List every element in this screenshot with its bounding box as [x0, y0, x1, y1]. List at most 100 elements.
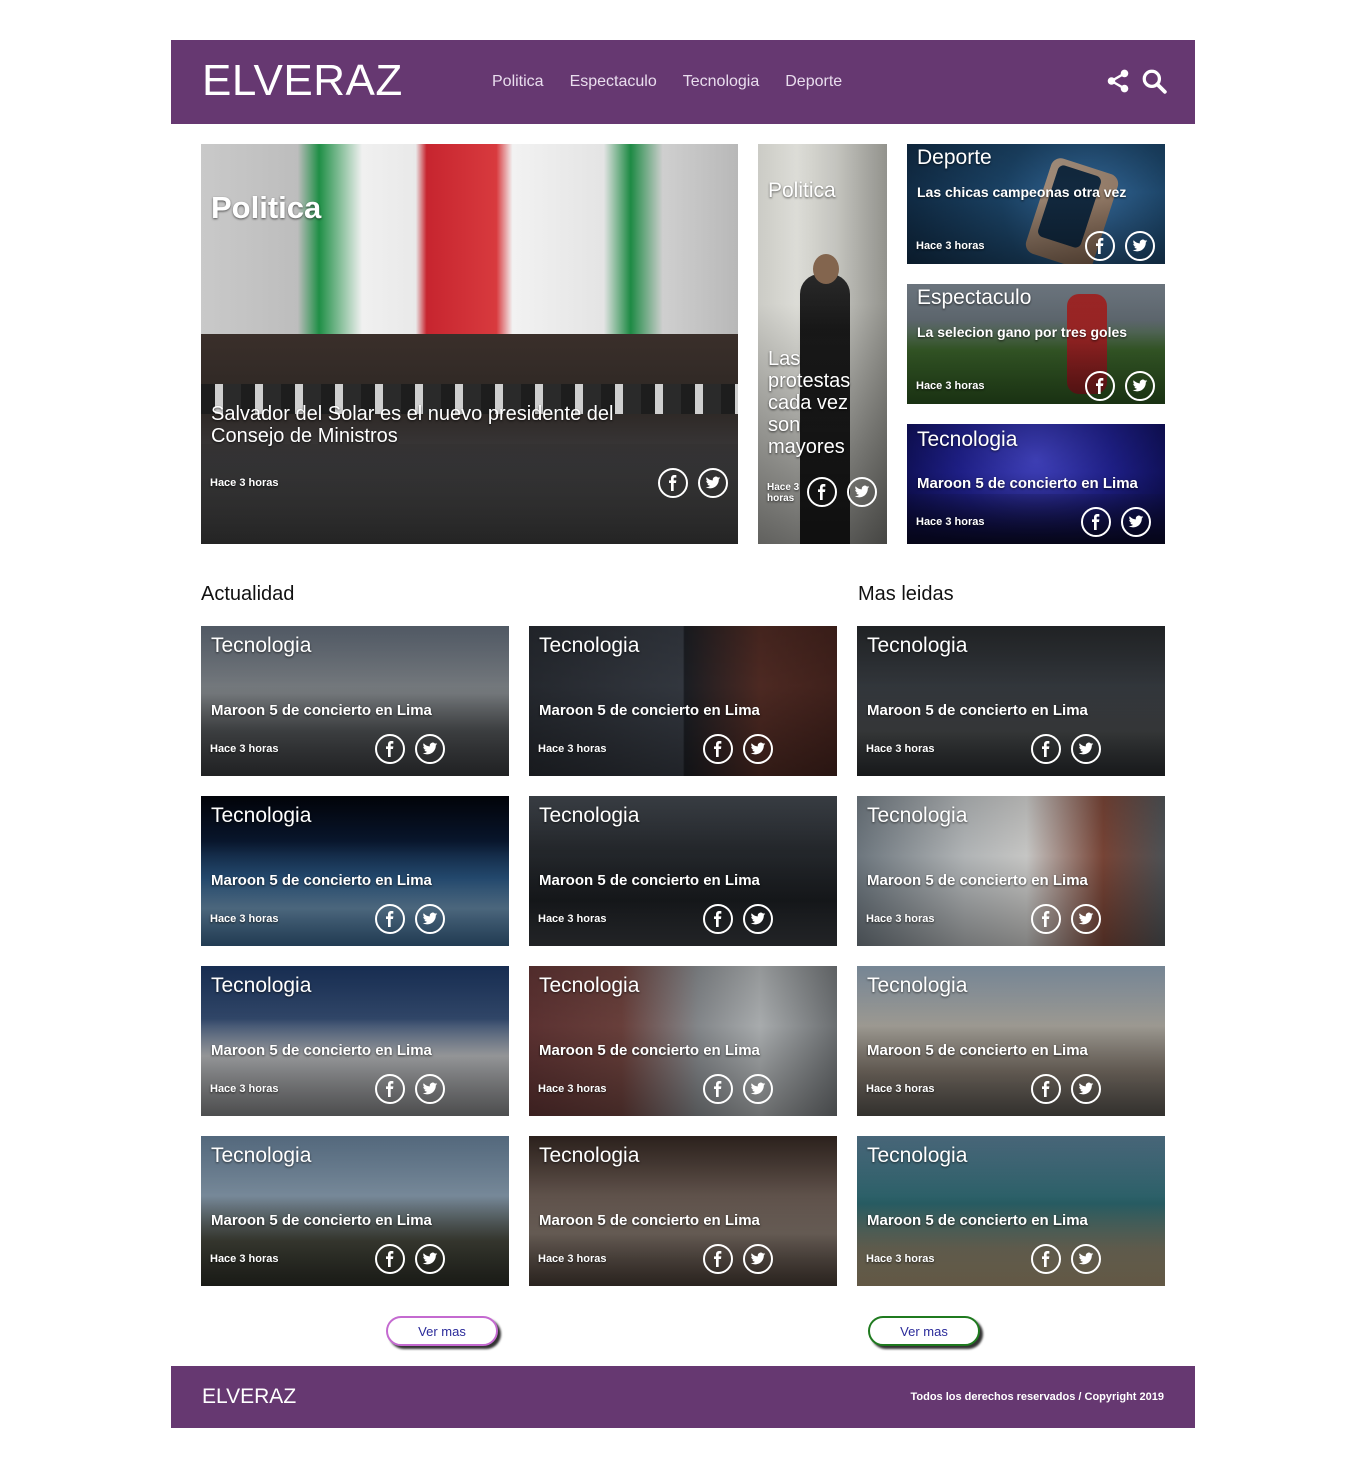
actualidad-card[interactable]: Tecnologia Maroon 5 de concierto en Lima…: [529, 796, 837, 946]
card-title[interactable]: Maroon 5 de concierto en Lima: [211, 703, 432, 719]
facebook-icon[interactable]: [1081, 507, 1111, 537]
card-title[interactable]: Maroon 5 de concierto en Lima: [867, 703, 1088, 719]
hero-main-category: Politica: [211, 190, 322, 225]
card-time: Hace 3 horas: [538, 1083, 607, 1095]
card-category: Tecnologia: [867, 974, 968, 997]
actualidad-card[interactable]: Tecnologia Maroon 5 de concierto en Lima…: [529, 966, 837, 1116]
hero-side-time: Hace 3 horas: [767, 482, 800, 504]
ver-mas-mas-leidas-button[interactable]: Ver mas: [868, 1316, 980, 1346]
hero-main-time: Hace 3 horas: [210, 477, 279, 489]
twitter-icon[interactable]: [743, 904, 773, 934]
twitter-icon[interactable]: [415, 734, 445, 764]
twitter-icon[interactable]: [743, 1244, 773, 1274]
card-time: Hace 3 horas: [538, 743, 607, 755]
twitter-icon[interactable]: [743, 734, 773, 764]
hero-small-title[interactable]: Maroon 5 de concierto en Lima: [917, 476, 1162, 492]
facebook-icon[interactable]: [375, 1074, 405, 1104]
hero-side-card[interactable]: Politica Las protestas cada vez son mayo…: [758, 144, 887, 544]
facebook-icon[interactable]: [703, 904, 733, 934]
facebook-icon[interactable]: [703, 734, 733, 764]
facebook-icon[interactable]: [1085, 231, 1115, 261]
card-time: Hace 3 horas: [538, 913, 607, 925]
mas-leidas-card[interactable]: Tecnologia Maroon 5 de concierto en Lima…: [857, 966, 1165, 1116]
twitter-icon[interactable]: [1125, 231, 1155, 261]
hero-small-title[interactable]: La selecion gano por tres goles: [917, 324, 1132, 340]
card-category: Tecnologia: [539, 634, 640, 657]
card-time: Hace 3 horas: [210, 1083, 279, 1095]
hero-main-title[interactable]: Salvador del Solar es el nuevo president…: [211, 403, 661, 447]
site-logo[interactable]: ELVERAZ: [202, 56, 403, 106]
mas-leidas-card[interactable]: Tecnologia Maroon 5 de concierto en Lima…: [857, 626, 1165, 776]
nav-politica[interactable]: Politica: [492, 73, 544, 91]
card-time: Hace 3 horas: [866, 913, 935, 925]
facebook-icon[interactable]: [1031, 1244, 1061, 1274]
nav-tecnologia[interactable]: Tecnologia: [683, 73, 760, 91]
share-icon[interactable]: [1105, 68, 1131, 94]
actualidad-card[interactable]: Tecnologia Maroon 5 de concierto en Lima…: [201, 626, 509, 776]
facebook-icon[interactable]: [375, 734, 405, 764]
main-nav: Politica Espectaculo Tecnologia Deporte: [492, 73, 842, 91]
actualidad-card[interactable]: Tecnologia Maroon 5 de concierto en Lima…: [529, 626, 837, 776]
card-title[interactable]: Maroon 5 de concierto en Lima: [211, 1043, 432, 1059]
card-title[interactable]: Maroon 5 de concierto en Lima: [867, 1043, 1088, 1059]
mas-leidas-card[interactable]: Tecnologia Maroon 5 de concierto en Lima…: [857, 1136, 1165, 1286]
actualidad-card[interactable]: Tecnologia Maroon 5 de concierto en Lima…: [529, 1136, 837, 1286]
card-time: Hace 3 horas: [210, 743, 279, 755]
twitter-icon[interactable]: [415, 1074, 445, 1104]
card-title[interactable]: Maroon 5 de concierto en Lima: [539, 1043, 760, 1059]
card-category: Tecnologia: [867, 634, 968, 657]
hero-main-card[interactable]: Politica Salvador del Solar es el nuevo …: [201, 144, 738, 544]
footer-copyright: Todos los derechos reservados / Copyrigh…: [910, 1391, 1165, 1403]
hero-small-time: Hace 3 horas: [916, 240, 985, 252]
hero-small-title[interactable]: Las chicas campeonas otra vez: [917, 184, 1127, 200]
hero-side-title[interactable]: Las protestas cada vez son mayores: [768, 348, 873, 458]
card-title[interactable]: Maroon 5 de concierto en Lima: [867, 1213, 1088, 1229]
card-category: Tecnologia: [539, 1144, 640, 1167]
twitter-icon[interactable]: [743, 1074, 773, 1104]
twitter-icon[interactable]: [1125, 371, 1155, 401]
facebook-icon[interactable]: [1031, 734, 1061, 764]
card-category: Tecnologia: [539, 804, 640, 827]
card-category: Tecnologia: [539, 974, 640, 997]
card-title[interactable]: Maroon 5 de concierto en Lima: [539, 1213, 760, 1229]
twitter-icon[interactable]: [415, 1244, 445, 1274]
hero-small-time: Hace 3 horas: [916, 516, 985, 528]
facebook-icon[interactable]: [658, 468, 688, 498]
search-icon[interactable]: [1141, 68, 1167, 94]
facebook-icon[interactable]: [703, 1074, 733, 1104]
twitter-icon[interactable]: [415, 904, 445, 934]
twitter-icon[interactable]: [1071, 1074, 1101, 1104]
hero-small-category: Tecnologia: [917, 428, 1018, 451]
nav-espectaculo[interactable]: Espectaculo: [570, 73, 657, 91]
actualidad-card[interactable]: Tecnologia Maroon 5 de concierto en Lima…: [201, 966, 509, 1116]
hero-small-card-deporte[interactable]: Deporte Las chicas campeonas otra vez Ha…: [907, 144, 1165, 264]
facebook-icon[interactable]: [375, 1244, 405, 1274]
facebook-icon[interactable]: [375, 904, 405, 934]
facebook-icon[interactable]: [703, 1244, 733, 1274]
card-title[interactable]: Maroon 5 de concierto en Lima: [539, 703, 760, 719]
card-title[interactable]: Maroon 5 de concierto en Lima: [211, 873, 432, 889]
twitter-icon[interactable]: [847, 477, 877, 507]
hero-small-category: Espectaculo: [917, 286, 1032, 309]
ver-mas-actualidad-button[interactable]: Ver mas: [386, 1316, 498, 1346]
card-title[interactable]: Maroon 5 de concierto en Lima: [211, 1213, 432, 1229]
twitter-icon[interactable]: [1071, 734, 1101, 764]
facebook-icon[interactable]: [807, 477, 837, 507]
facebook-icon[interactable]: [1085, 371, 1115, 401]
hero-small-card-tecnologia[interactable]: Tecnologia Maroon 5 de concierto en Lima…: [907, 424, 1165, 544]
twitter-icon[interactable]: [1071, 904, 1101, 934]
twitter-icon[interactable]: [698, 468, 728, 498]
nav-deporte[interactable]: Deporte: [785, 73, 842, 91]
actualidad-card[interactable]: Tecnologia Maroon 5 de concierto en Lima…: [201, 796, 509, 946]
twitter-icon[interactable]: [1121, 507, 1151, 537]
card-title[interactable]: Maroon 5 de concierto en Lima: [539, 873, 760, 889]
twitter-icon[interactable]: [1071, 1244, 1101, 1274]
hero-small-card-espectaculo[interactable]: Espectaculo La selecion gano por tres go…: [907, 284, 1165, 404]
card-time: Hace 3 horas: [210, 1253, 279, 1265]
actualidad-card[interactable]: Tecnologia Maroon 5 de concierto en Lima…: [201, 1136, 509, 1286]
mas-leidas-card[interactable]: Tecnologia Maroon 5 de concierto en Lima…: [857, 796, 1165, 946]
card-title[interactable]: Maroon 5 de concierto en Lima: [867, 873, 1088, 889]
facebook-icon[interactable]: [1031, 1074, 1061, 1104]
facebook-icon[interactable]: [1031, 904, 1061, 934]
footer-logo[interactable]: ELVERAZ: [202, 1385, 296, 1409]
